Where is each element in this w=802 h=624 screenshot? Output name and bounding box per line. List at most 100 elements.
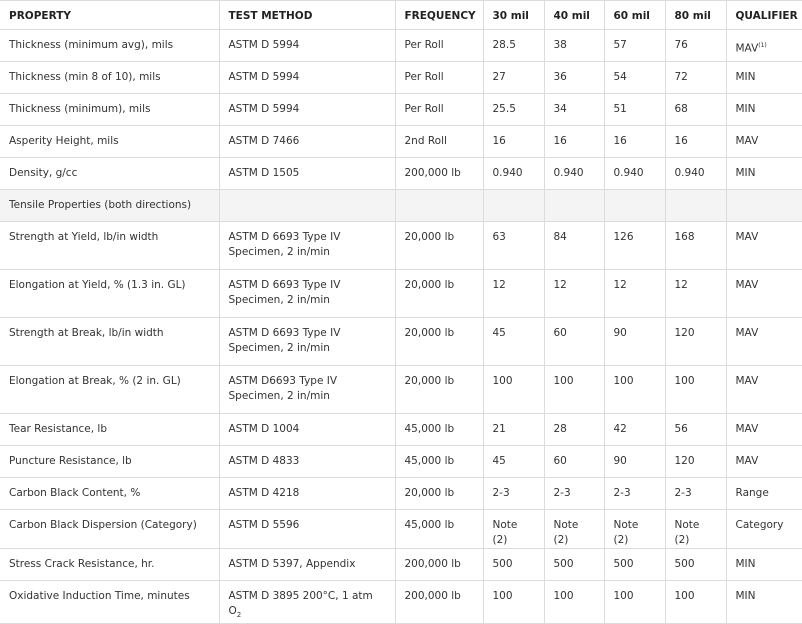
cell-frequency-text: 20,000 lb <box>404 327 455 339</box>
cell-frequency: Per Roll <box>394 93 484 126</box>
section-heading: Tensile Properties (both directions) <box>0 189 220 222</box>
cell-property: Carbon Black Content, % <box>0 477 220 510</box>
cell-frequency-text: 45,000 lb <box>404 519 455 531</box>
cell-test-method-text: ASTM D 5994 <box>228 103 300 115</box>
cell-property: Carbon Black Dispersion (Category) <box>0 509 220 549</box>
cell-30-mil-text: 45 <box>492 455 506 467</box>
cell-test-method: ASTM D 3895 200°C, 1 atm O2 <box>218 579 396 624</box>
cell-test-method: ASTM D 1505 <box>218 157 396 190</box>
cell-test-method-text: ASTM D 5994 <box>228 39 300 51</box>
cell-60-mil-text: 42 <box>613 423 627 435</box>
cell-60-mil: 51 <box>603 93 666 126</box>
section-empty-cell <box>482 189 545 222</box>
cell-property: Thickness (minimum avg), mils <box>0 29 220 62</box>
cell-80-mil-text: 100 <box>674 375 695 387</box>
cell-test-method-text: ASTM D 6693 Type IV Specimen, 2 in/min <box>228 279 341 306</box>
cell-property-text: Strength at Yield, lb/in width <box>9 231 159 243</box>
table-row: Carbon Black Content, % ASTM D 4218 20,000… <box>0 477 802 510</box>
cell-frequency: 20,000 lb <box>394 269 484 318</box>
cell-80-mil: 56 <box>664 413 727 446</box>
cell-property: Thickness (min 8 of 10), mils <box>0 61 220 94</box>
table-row: Density, g/cc ASTM D 1505 200,000 lb 0.940 0… <box>0 157 802 190</box>
cell-test-method: ASTM D 6693 Type IV Specimen, 2 in/min <box>218 317 396 366</box>
cell-property-text: Puncture Resistance, lb <box>9 455 132 467</box>
cell-80-mil: 100 <box>664 365 727 414</box>
cell-80-mil-text: 12 <box>674 279 688 291</box>
cell-frequency: Per Roll <box>394 29 484 62</box>
cell-30-mil: 100 <box>482 365 545 414</box>
cell-frequency: 20,000 lb <box>394 477 484 510</box>
cell-qualifier-text: MAV <box>735 279 759 291</box>
cell-80-mil-text: 68 <box>674 103 688 115</box>
cell-40-mil-text: 60 <box>553 455 567 467</box>
cell-80-mil: 120 <box>664 445 727 478</box>
cell-test-method-text: ASTM D 7466 <box>228 135 300 147</box>
table-row: Stress Crack Resistance, hr. ASTM D 5397,… <box>0 548 802 581</box>
cell-qualifier: Range <box>725 477 802 510</box>
table-header-row: PROPERTY TEST METHOD FREQUENCY 30 mil 40… <box>0 0 802 30</box>
cell-qualifier: MIN <box>725 157 802 190</box>
cell-qualifier: MAV <box>725 269 802 318</box>
cell-test-method-text: ASTM D 6693 Type IV Specimen, 2 in/min <box>228 327 341 354</box>
cell-60-mil-text: Note (2) <box>613 519 639 546</box>
cell-qualifier-text: MAV <box>735 135 759 147</box>
cell-60-mil-text: 100 <box>613 590 634 602</box>
cell-qualifier: MAV <box>725 221 802 270</box>
cell-40-mil-text: 28 <box>553 423 567 435</box>
cell-frequency: 20,000 lb <box>394 317 484 366</box>
cell-30-mil-text: 0.940 <box>492 167 523 179</box>
cell-60-mil: 500 <box>603 548 666 581</box>
table-row: Elongation at Yield, % (1.3 in. GL) ASTM … <box>0 269 802 318</box>
cell-frequency: 20,000 lb <box>394 365 484 414</box>
header-40-mil: 40 mil <box>543 0 605 30</box>
cell-60-mil: 42 <box>603 413 666 446</box>
cell-test-method: ASTM D 1004 <box>218 413 396 446</box>
cell-qualifier-text: MAV <box>735 423 759 435</box>
table-row: Tensile Properties (both directions) <box>0 189 802 222</box>
cell-80-mil-text: 72 <box>674 71 688 83</box>
cell-qualifier: Category <box>725 509 802 549</box>
cell-test-method-text: ASTM D 1004 <box>228 423 300 435</box>
cell-40-mil-text: 12 <box>553 279 567 291</box>
cell-qualifier: MAV(1) <box>725 29 802 62</box>
cell-30-mil-text: Note (2) <box>492 519 518 546</box>
cell-property-text: Thickness (min 8 of 10), mils <box>9 71 161 83</box>
cell-frequency-text: 200,000 lb <box>404 558 461 570</box>
qualifier-footnote: (1) <box>758 42 767 49</box>
cell-40-mil: 100 <box>543 579 605 624</box>
cell-40-mil: Note (2) <box>543 509 605 549</box>
header-property: PROPERTY <box>0 0 220 30</box>
section-empty-cell <box>543 189 605 222</box>
cell-60-mil-text: 16 <box>613 135 627 147</box>
cell-80-mil: 500 <box>664 548 727 581</box>
cell-40-mil-text: 16 <box>553 135 567 147</box>
section-empty-cell <box>218 189 396 222</box>
cell-frequency: 200,000 lb <box>394 548 484 581</box>
cell-40-mil-text: 34 <box>553 103 567 115</box>
cell-40-mil: 0.940 <box>543 157 605 190</box>
cell-qualifier: MIN <box>725 61 802 94</box>
cell-property-text: Carbon Black Dispersion (Category) <box>9 519 197 531</box>
cell-80-mil-text: 76 <box>674 39 688 51</box>
cell-property: Strength at Yield, lb/in width <box>0 221 220 270</box>
cell-60-mil-text: 100 <box>613 375 634 387</box>
cell-40-mil: 38 <box>543 29 605 62</box>
cell-60-mil-text: 51 <box>613 103 627 115</box>
cell-qualifier-text: MIN <box>735 71 756 83</box>
cell-30-mil: 500 <box>482 548 545 581</box>
cell-40-mil-text: 60 <box>553 327 567 339</box>
cell-qualifier-text: MAV <box>735 455 759 467</box>
cell-property: Thickness (minimum), mils <box>0 93 220 126</box>
cell-frequency-text: 200,000 lb <box>404 167 461 179</box>
cell-property-text: Oxidative Induction Time, minutes <box>9 590 190 602</box>
cell-40-mil: 34 <box>543 93 605 126</box>
header-qualifier: QUALIFIER <box>725 0 802 30</box>
cell-test-method-text: ASTM D6693 Type IV Specimen, 2 in/min <box>228 375 338 402</box>
cell-30-mil-text: 45 <box>492 327 506 339</box>
cell-qualifier-text: MIN <box>735 103 756 115</box>
cell-30-mil: 27 <box>482 61 545 94</box>
cell-40-mil: 28 <box>543 413 605 446</box>
cell-frequency-text: 20,000 lb <box>404 231 455 243</box>
cell-qualifier-text: Category <box>735 519 784 531</box>
cell-40-mil: 100 <box>543 365 605 414</box>
